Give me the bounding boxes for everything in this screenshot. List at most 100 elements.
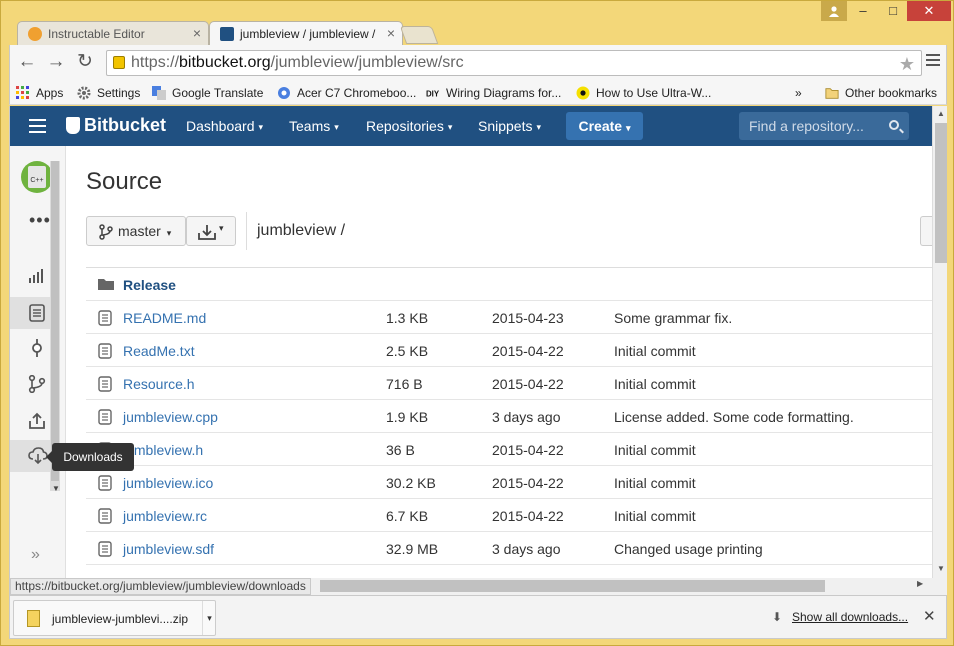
download-item[interactable]: jumbleview-jumblevi....zip ▾	[13, 600, 216, 636]
file-row[interactable]: jumbleview.rc 6.7 KB 2015-04-22 Initial com…	[86, 499, 932, 532]
sidebar-item-downloads[interactable]	[10, 440, 50, 472]
bookmark-ultra-w[interactable]: How to Use Ultra-W...	[576, 84, 711, 102]
chevron-down-icon: ▾	[258, 121, 264, 132]
back-button[interactable]: ←	[16, 51, 38, 73]
tab-instructable-editor[interactable]: Instructable Editor ×	[17, 21, 209, 46]
repo-avatar[interactable]: C++	[21, 161, 53, 193]
bookmarks-overflow-button[interactable]: »	[795, 84, 802, 102]
commit-message: Changed usage printing	[614, 541, 763, 557]
file-icon	[98, 541, 112, 560]
reload-button[interactable]: ↻	[74, 51, 96, 73]
file-name-link[interactable]: jumbleview.h	[123, 442, 203, 458]
scroll-down-icon[interactable]: ▼	[937, 564, 945, 573]
nav-snippets[interactable]: Snippets ▾	[478, 118, 541, 134]
file-row[interactable]: README.md 1.3 KB 2015-04-23 Some grammar fi…	[86, 301, 932, 334]
file-row[interactable]: jumbleview.h 36 B 2015-04-22 Initial commit	[86, 433, 932, 466]
download-repo-button[interactable]: ▾	[186, 216, 236, 246]
bookmark-star-icon[interactable]: ★	[899, 52, 915, 76]
close-window-button[interactable]: ✕	[907, 1, 951, 21]
tab-close-icon[interactable]: ×	[387, 25, 395, 41]
bookmark-wiring-diagrams[interactable]: DIY Wiring Diagrams for...	[426, 84, 561, 102]
find-repository-input[interactable]: Find a repository...	[739, 112, 909, 140]
file-size: 6.7 KB	[386, 508, 429, 524]
more-actions-icon[interactable]: •••	[29, 210, 51, 231]
file-list: Release README.md 1.3 KB 2015-04-23 Some gra…	[86, 267, 932, 565]
nav-repositories[interactable]: Repositories ▾	[366, 118, 452, 134]
download-menu-button[interactable]: ▾	[202, 601, 216, 635]
tab-strip: Instructable Editor × jumbleview / jumbl…	[1, 1, 954, 46]
file-name-link[interactable]: jumbleview.cpp	[123, 409, 218, 425]
url-host: bitbucket.org	[179, 54, 271, 71]
other-bookmarks[interactable]: Other bookmarks	[825, 84, 937, 102]
gear-icon	[77, 86, 91, 100]
search-icon[interactable]	[889, 120, 899, 130]
nav-teams[interactable]: Teams ▾	[289, 118, 339, 134]
sidebar-scroll-thumb[interactable]	[51, 161, 59, 481]
sidebar-item-source[interactable]	[10, 297, 50, 329]
file-name-link[interactable]: Release	[123, 277, 176, 293]
horizontal-scroll-thumb[interactable]	[320, 580, 825, 592]
yellow-dot-icon	[576, 86, 590, 100]
maximize-button[interactable]: □	[879, 1, 907, 21]
folder-icon	[825, 88, 839, 99]
bookmark-apps[interactable]: Apps	[16, 84, 63, 102]
bitbucket-header: Bitbucket Dashboard ▾ Teams ▾ Repositories…	[10, 106, 932, 146]
file-row[interactable]: jumbleview.ico 30.2 KB 2015-04-22 Initial c…	[86, 466, 932, 499]
page-scroll-thumb[interactable]	[935, 123, 947, 263]
minimize-button[interactable]: –	[849, 1, 877, 21]
file-name-link[interactable]: Resource.h	[123, 376, 195, 392]
file-name-link[interactable]: jumbleview.ico	[123, 475, 213, 491]
file-row[interactable]: jumbleview.sdf 32.9 MB 3 days ago Changed u…	[86, 532, 932, 565]
browser-toolbar: ← → ↻ https://bitbucket.org/jumbleview/j…	[9, 45, 947, 81]
sidebar-scrollbar[interactable]	[50, 161, 60, 491]
file-row[interactable]: Resource.h 716 B 2015-04-22 Initial commit	[86, 367, 932, 400]
zip-file-icon	[27, 610, 40, 627]
sidebar-scroll-down-icon[interactable]: ▼	[52, 484, 60, 493]
folder-row[interactable]: Release	[86, 268, 932, 301]
clipped-button[interactable]	[920, 216, 932, 246]
expand-sidebar-icon[interactable]: »	[31, 546, 40, 564]
nav-dashboard[interactable]: Dashboard ▾	[186, 118, 263, 134]
forward-button[interactable]: →	[45, 51, 67, 73]
branch-name: master	[118, 223, 161, 239]
file-name-link[interactable]: jumbleview.sdf	[123, 541, 214, 557]
bookmark-google-translate[interactable]: Google Translate	[152, 84, 263, 102]
bitbucket-logo[interactable]: Bitbucket	[66, 115, 166, 136]
file-row[interactable]: jumbleview.cpp 1.9 KB 3 days ago License ad…	[86, 400, 932, 433]
file-size: 30.2 KB	[386, 475, 436, 491]
address-bar[interactable]: https://bitbucket.org/jumbleview/jumblev…	[106, 50, 922, 76]
branch-selector[interactable]: master ▾	[86, 216, 186, 246]
show-all-downloads-link[interactable]: Show all downloads...	[792, 610, 908, 624]
new-tab-button[interactable]	[399, 26, 439, 44]
file-name-link[interactable]: jumbleview.rc	[123, 508, 207, 524]
commit-message: Initial commit	[614, 475, 696, 491]
bookmark-acer-c7[interactable]: Acer C7 Chromeboo...	[277, 84, 416, 102]
sidebar-item-commits[interactable]	[10, 332, 50, 364]
sidebar-item-overview[interactable]	[10, 259, 50, 291]
chevron-down-icon: ▾	[536, 121, 542, 132]
horizontal-scrollbar[interactable]: ▶ https://bitbucket.org/jumbleview/jumbl…	[9, 578, 947, 595]
page-vertical-scrollbar[interactable]: ▲ ▼	[932, 106, 947, 578]
chrome-logo-icon	[278, 87, 290, 99]
hamburger-menu-icon[interactable]	[29, 119, 46, 137]
file-size: 716 B	[386, 376, 423, 392]
sidebar-item-pull-requests[interactable]	[10, 405, 50, 437]
file-name-link[interactable]: ReadMe.txt	[123, 343, 195, 359]
file-name-link[interactable]: README.md	[123, 310, 206, 326]
scroll-up-icon[interactable]: ▲	[937, 109, 945, 118]
file-icon	[98, 343, 112, 362]
tab-jumbleview[interactable]: jumbleview / jumbleview / ×	[209, 21, 403, 46]
close-shelf-icon[interactable]: ✕	[923, 607, 936, 625]
bookmark-settings[interactable]: Settings	[77, 84, 140, 102]
tab-close-icon[interactable]: ×	[193, 25, 201, 41]
repo-sidebar: C++ ••• ▼ »	[10, 146, 66, 578]
sidebar-item-branches[interactable]	[10, 368, 50, 400]
user-profile-icon[interactable]	[821, 1, 847, 21]
breadcrumb[interactable]: jumbleview /	[257, 222, 345, 240]
scroll-right-icon[interactable]: ▶	[917, 579, 923, 588]
file-size: 32.9 MB	[386, 541, 439, 557]
file-row[interactable]: ReadMe.txt 2.5 KB 2015-04-22 Initial commit	[86, 334, 932, 367]
chrome-menu-icon[interactable]	[926, 54, 940, 69]
branch-icon	[99, 224, 113, 240]
create-button[interactable]: Create ▾	[566, 112, 643, 140]
